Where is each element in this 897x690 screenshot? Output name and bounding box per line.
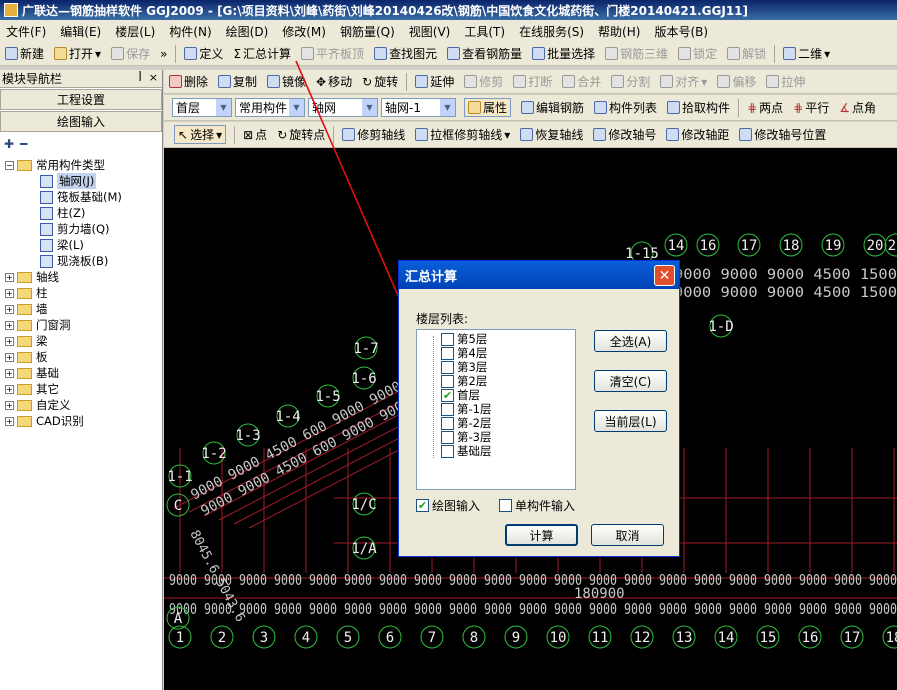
floor-item[interactable]: 第-1层 xyxy=(441,402,492,416)
checkbox-checked-icon[interactable]: ✔ xyxy=(441,388,454,402)
select-all-button[interactable]: 全选(A) xyxy=(594,330,667,352)
checkbox-unchecked-icon[interactable] xyxy=(441,416,454,430)
floor-list-label: 楼层列表: xyxy=(416,312,469,326)
checkbox-unchecked-icon[interactable] xyxy=(441,444,454,458)
checkbox-unchecked-icon[interactable] xyxy=(441,374,454,388)
checkbox-checked-icon: ✔ xyxy=(416,499,429,512)
floor-item[interactable]: 第2层 xyxy=(441,374,492,388)
draw-input-checkbox[interactable]: ✔ 绘图输入 xyxy=(416,497,480,514)
calc-summary-dialog: 汇总计算 ✕ 楼层列表: 第5层 第4层 第3层 第2层 ✔ 首层 第-1层 第-2层 第-3层… xyxy=(398,260,680,557)
dialog-close-button[interactable]: ✕ xyxy=(654,265,675,286)
floor-items: 第5层 第4层 第3层 第2层 ✔ 首层 第-1层 第-2层 第-3层 基础层 xyxy=(441,332,492,458)
dialog-title: 汇总计算 xyxy=(405,269,458,285)
floor-list: 第5层 第4层 第3层 第2层 ✔ 首层 第-1层 第-2层 第-3层 基础层 xyxy=(416,329,576,490)
floor-item-label: 基础层 xyxy=(457,444,492,458)
floor-item[interactable]: 第5层 xyxy=(441,332,492,346)
checkbox-unchecked-icon[interactable] xyxy=(441,402,454,416)
checkbox-unchecked-icon xyxy=(499,499,512,512)
checkbox-unchecked-icon[interactable] xyxy=(441,332,454,346)
current-floor-button[interactable]: 当前层(L) xyxy=(594,410,667,432)
floor-item[interactable]: 第4层 xyxy=(441,346,492,360)
checkbox-unchecked-icon[interactable] xyxy=(441,360,454,374)
checkbox-unchecked-icon[interactable] xyxy=(441,430,454,444)
floor-item[interactable]: 基础层 xyxy=(441,444,492,458)
checkbox-unchecked-icon[interactable] xyxy=(441,346,454,360)
close-icon: ✕ xyxy=(658,267,671,284)
dialog-title-bar: 汇总计算 ✕ xyxy=(399,261,679,289)
floor-item[interactable]: 第-2层 xyxy=(441,416,492,430)
clear-button[interactable]: 清空(C) xyxy=(594,370,667,392)
floor-item[interactable]: 第-3层 xyxy=(441,430,492,444)
cancel-button[interactable]: 取消 xyxy=(591,524,664,546)
single-input-checkbox[interactable]: 单构件输入 xyxy=(499,497,575,514)
floor-item[interactable]: 第3层 xyxy=(441,360,492,374)
tree-guide-line xyxy=(433,336,434,458)
calculate-button[interactable]: 计算 xyxy=(505,524,578,546)
floor-item[interactable]: ✔ 首层 xyxy=(441,388,492,402)
